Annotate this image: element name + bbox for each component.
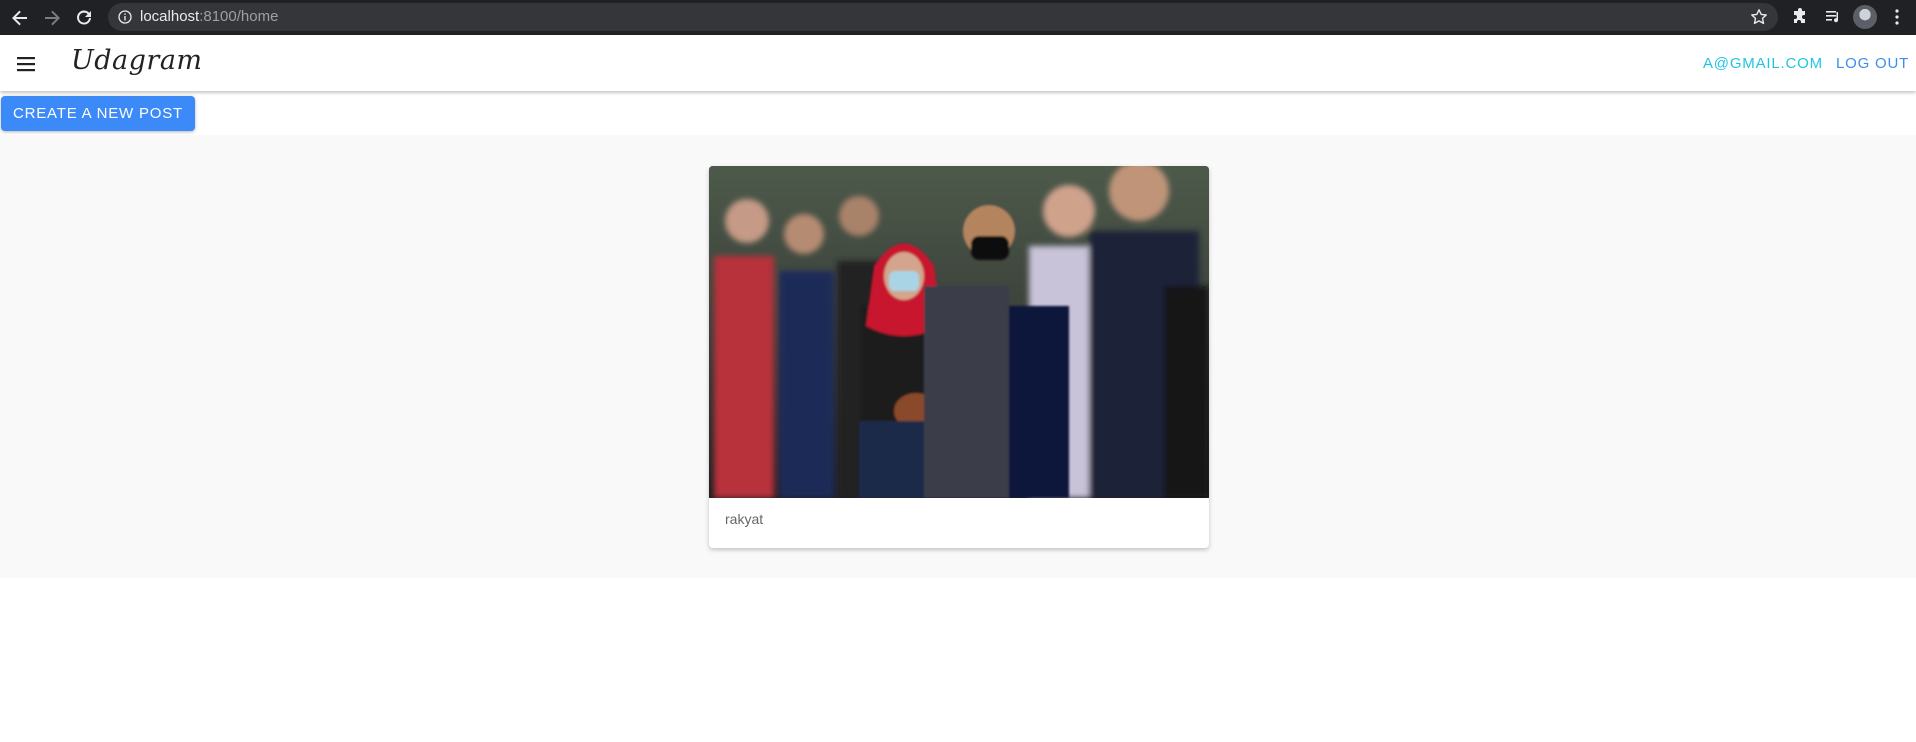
user-email-link[interactable]: A@GMAIL.COM <box>1703 55 1823 72</box>
post-card[interactable]: rakyat <box>709 166 1209 548</box>
browser-toolbar: localhost:8100/home <box>0 0 1916 35</box>
info-icon[interactable] <box>118 10 132 29</box>
extensions-icon[interactable] <box>1790 7 1810 27</box>
profile-avatar[interactable] <box>1853 5 1877 29</box>
app-header: Udagram A@GMAIL.COM LOG OUT <box>0 35 1916 91</box>
back-arrow-icon[interactable] <box>9 7 31 29</box>
url-host: localhost <box>140 8 200 25</box>
logout-button[interactable]: LOG OUT <box>1836 55 1909 72</box>
address-url: localhost:8100/home <box>140 3 278 31</box>
kebab-menu-icon[interactable] <box>1887 7 1907 27</box>
brand-logo[interactable]: Udagram <box>71 45 203 76</box>
address-bar[interactable]: localhost:8100/home <box>108 3 1778 31</box>
url-path: :8100/home <box>199 8 279 25</box>
reload-icon[interactable] <box>73 7 95 29</box>
post-image <box>709 166 1209 498</box>
action-bar: CREATE A NEW POST <box>0 91 1916 135</box>
hamburger-menu-icon[interactable] <box>14 52 38 76</box>
post-feed: rakyat <box>0 135 1916 578</box>
create-post-button[interactable]: CREATE A NEW POST <box>1 96 195 131</box>
forward-arrow-icon[interactable] <box>41 7 63 29</box>
post-caption: rakyat <box>725 511 764 527</box>
star-icon[interactable] <box>1750 8 1768 31</box>
media-queue-icon[interactable] <box>1823 7 1843 27</box>
